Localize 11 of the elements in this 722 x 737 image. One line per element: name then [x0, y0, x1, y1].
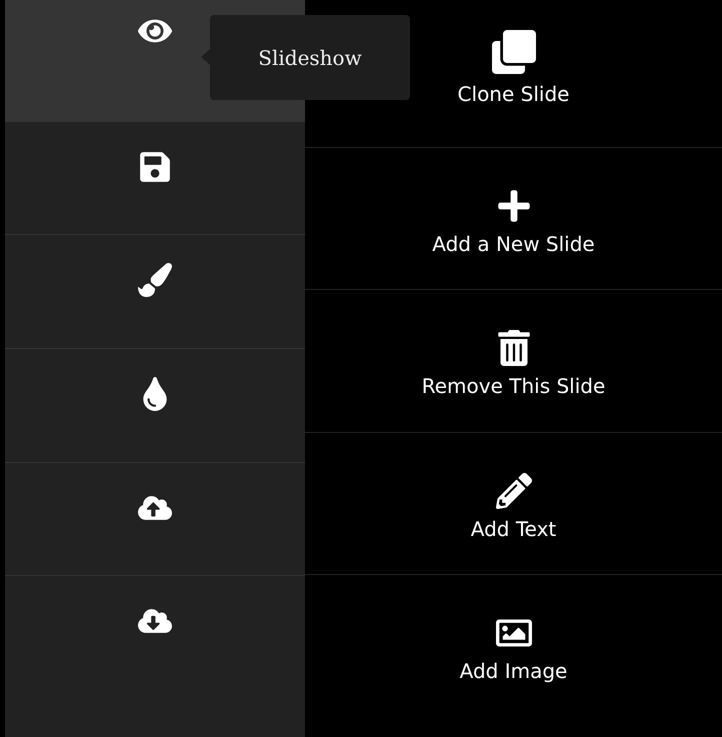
action-button[interactable]: Add Image — [305, 575, 722, 737]
action-button[interactable]: Remove This Slide — [305, 290, 722, 433]
action-button[interactable]: Add a New Slide — [305, 148, 722, 290]
paintbrush-icon — [138, 263, 172, 298]
save-icon — [138, 150, 172, 184]
trash-icon — [496, 330, 532, 366]
plus-icon — [496, 188, 532, 224]
pencil-icon — [496, 472, 532, 509]
tooltip-pointer — [201, 49, 210, 65]
action-button[interactable]: Add Text — [305, 432, 722, 576]
copy-icon — [492, 30, 536, 74]
